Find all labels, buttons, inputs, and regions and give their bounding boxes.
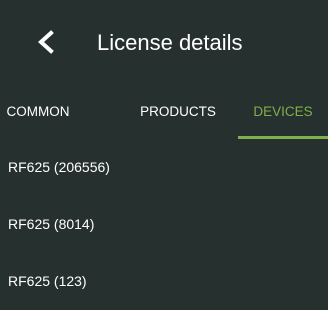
back-button[interactable] — [26, 22, 66, 62]
list-item[interactable]: RF625 (123) — [0, 253, 328, 310]
list-item[interactable]: RF625 (8014) — [0, 196, 328, 253]
tab-products[interactable]: PRODUCTS — [130, 85, 226, 139]
chevron-left-icon — [36, 30, 56, 54]
tab-common[interactable]: COMMON — [0, 85, 76, 139]
device-list: RF625 (206556) RF625 (8014) RF625 (123) — [0, 139, 328, 310]
page-title: License details — [97, 30, 243, 55]
tab-devices[interactable]: DEVICES — [238, 85, 328, 139]
list-item[interactable]: RF625 (206556) — [0, 139, 328, 196]
app-header: License details — [0, 0, 328, 85]
tab-bar: COMMON PRODUCTS DEVICES — [0, 85, 328, 139]
